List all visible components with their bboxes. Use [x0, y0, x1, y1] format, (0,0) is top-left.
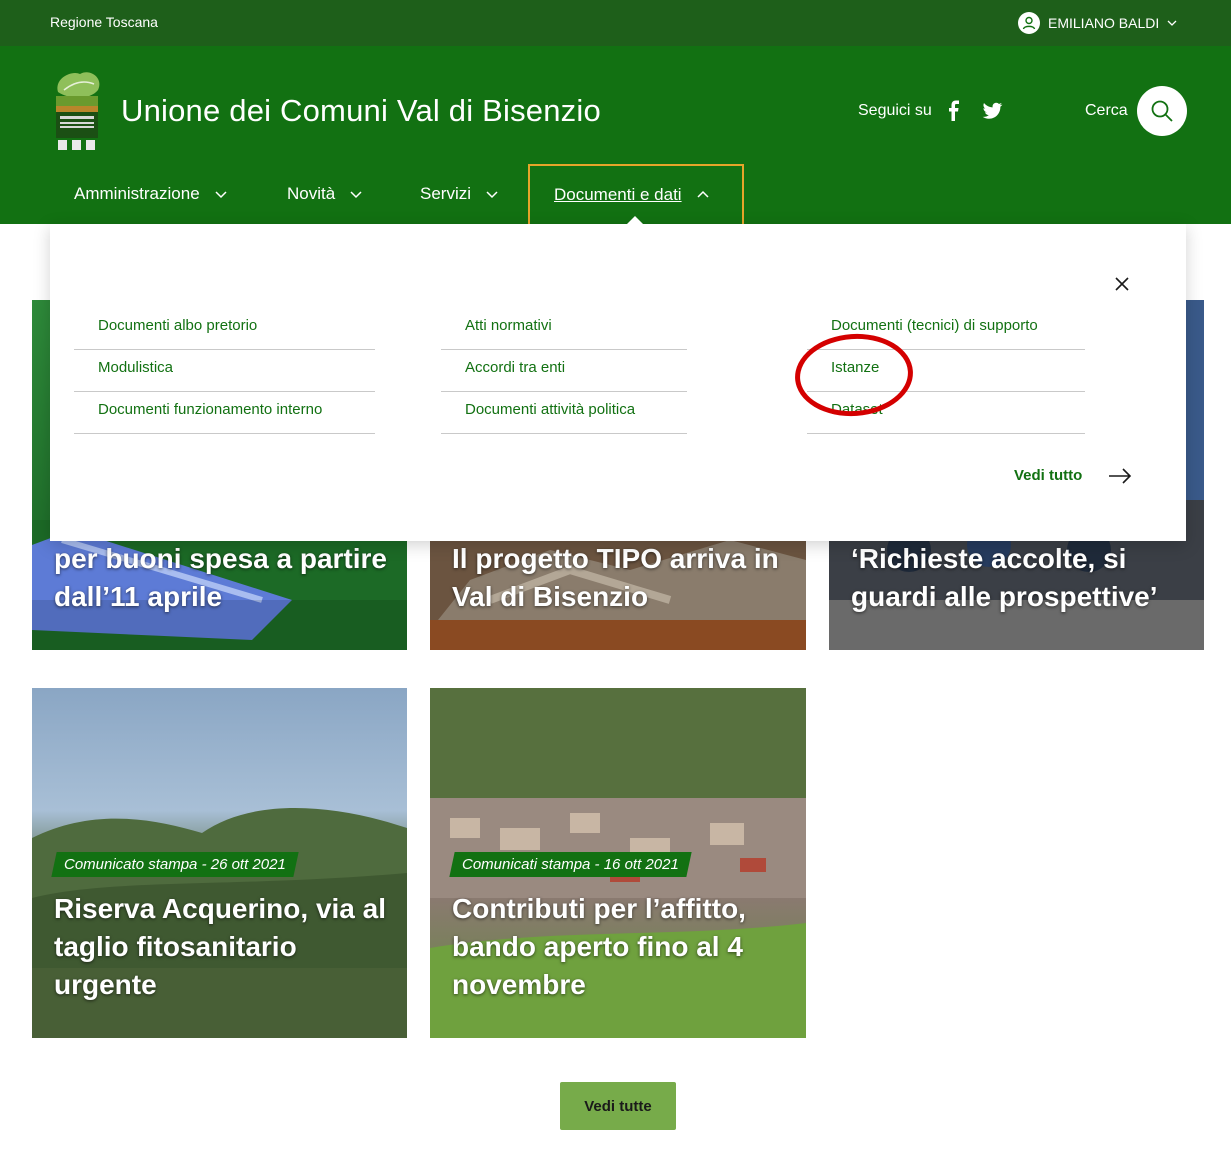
see-all-news-button[interactable]: Vedi tutte [560, 1082, 676, 1130]
menu-link-modulistica[interactable]: Modulistica [74, 350, 375, 392]
nav-item-label: Amministrazione [74, 184, 200, 203]
menu-link-documenti-attivita-politica[interactable]: Documenti attività politica [441, 392, 687, 434]
chevron-down-icon [350, 191, 362, 199]
news-card-title: Riserva Acquerino, via al taglio fitosan… [54, 893, 386, 1000]
nav-item-documenti-e-dati[interactable]: Documenti e dati [528, 164, 744, 224]
user-icon [1018, 12, 1040, 34]
nav-item-label: Servizi [420, 184, 472, 203]
site-header: Unione dei Comuni Val di Bisenzio Seguic… [0, 46, 1231, 224]
close-icon[interactable] [1114, 276, 1130, 292]
news-card-tag: Comunicato stampa - 26 ott 2021 [51, 852, 299, 877]
search-icon [1151, 100, 1173, 122]
chevron-down-icon [215, 191, 227, 199]
news-card-tag-text: Comunicato stampa - 26 ott 2021 [64, 856, 286, 873]
arrow-right-icon [1109, 467, 1132, 484]
news-card-tag: Comunicati stampa - 16 ott 2021 [449, 852, 692, 877]
nav-item-label: Documenti e dati [554, 185, 682, 204]
top-bar: Regione Toscana EMILIANO BALDI [0, 0, 1231, 46]
nav-item-label: Novità [287, 184, 336, 203]
mega-menu-column: Documenti albo pretorio Modulistica Docu… [74, 314, 375, 434]
nav-item-servizi[interactable]: Servizi [420, 164, 499, 224]
chevron-down-icon [1167, 20, 1177, 26]
site-logo[interactable] [50, 68, 104, 152]
news-card[interactable]: Comunicati stampa - 16 ott 2021 Contribu… [430, 688, 806, 1038]
site-title[interactable]: Unione dei Comuni Val di Bisenzio [121, 93, 601, 129]
mega-menu-column: Atti normativi Accordi tra enti Document… [441, 314, 687, 434]
news-card-title: per buoni spesa a partire dall’11 aprile [54, 543, 387, 612]
menu-link-documenti-albo-pretorio[interactable]: Documenti albo pretorio [74, 308, 375, 350]
chevron-up-icon [697, 190, 709, 198]
mega-menu-documenti-e-dati: Documenti albo pretorio Modulistica Docu… [50, 224, 1186, 541]
nav-item-amministrazione[interactable]: Amministrazione [74, 164, 228, 224]
news-card-title: Il progetto TIPO arriva in Val di Bisenz… [452, 543, 779, 612]
user-menu[interactable]: EMILIANO BALDI [1018, 12, 1177, 34]
news-card-tag-text: Comunicati stampa - 16 ott 2021 [462, 856, 679, 873]
news-card[interactable]: Comunicato stampa - 26 ott 2021 Riserva … [32, 688, 407, 1038]
facebook-icon[interactable] [943, 100, 965, 122]
menu-link-accordi-tra-enti[interactable]: Accordi tra enti [441, 350, 687, 392]
see-all-label: Vedi tutto [1014, 467, 1083, 484]
follow-label: Seguici su [858, 102, 932, 119]
search-label: Cerca [1085, 102, 1128, 119]
chevron-down-icon [486, 191, 498, 199]
dropdown-pointer [626, 216, 644, 225]
search-button[interactable] [1137, 86, 1187, 136]
news-card-title: Contributi per l’affitto, bando aperto f… [452, 893, 746, 1000]
twitter-icon[interactable] [981, 100, 1003, 122]
menu-link-atti-normativi[interactable]: Atti normativi [441, 308, 687, 350]
user-name: EMILIANO BALDI [1048, 15, 1160, 31]
see-all-link[interactable]: Vedi tutto [1014, 467, 1132, 484]
news-card-title: ‘Richieste accolte, si guardi alle prosp… [851, 543, 1158, 612]
nav-item-novita[interactable]: Novità [287, 164, 363, 224]
region-link[interactable]: Regione Toscana [50, 14, 158, 30]
menu-link-documenti-funzionamento-interno[interactable]: Documenti funzionamento interno [74, 392, 375, 434]
